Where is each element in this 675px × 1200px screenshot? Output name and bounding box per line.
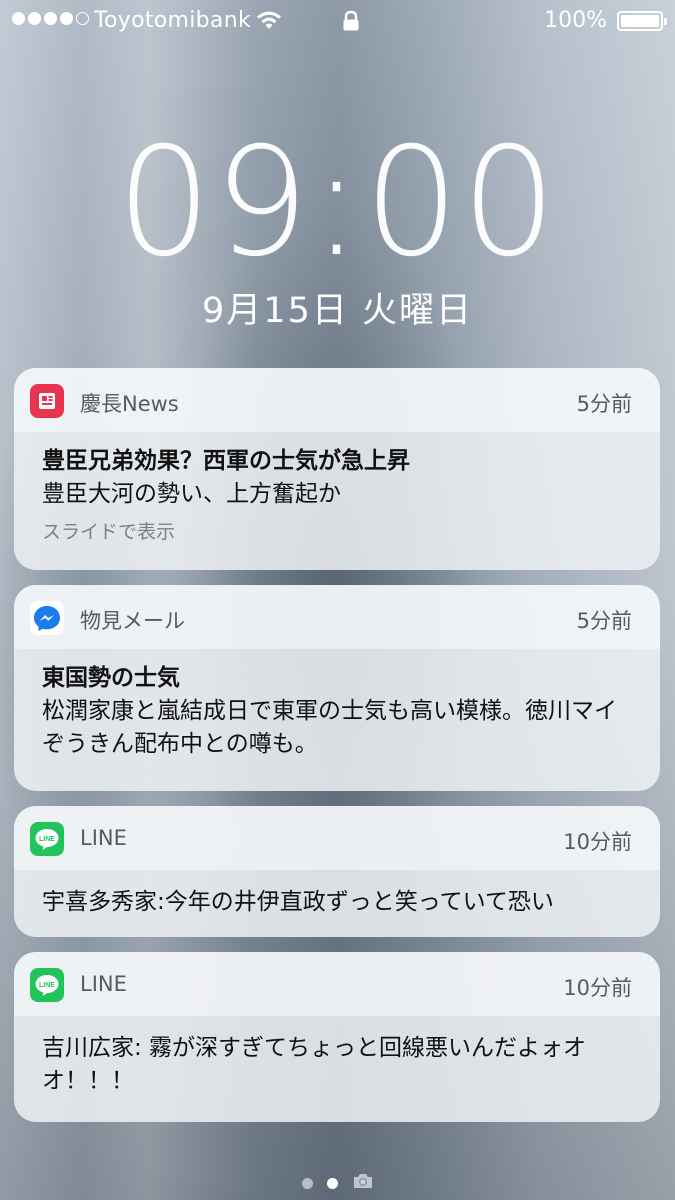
lock-icon xyxy=(342,10,360,38)
camera-icon[interactable] xyxy=(352,1172,374,1194)
app-name: LINE xyxy=(80,826,127,850)
notification-body: 吉川広家: 霧が深すぎてちょっと回線悪いんだよォオオ！！！ xyxy=(42,1035,587,1094)
notification-header: 慶長News 5分前 xyxy=(14,368,660,432)
slide-to-view-hint: スライドで表示 xyxy=(42,521,176,543)
battery-percentage: 100% xyxy=(544,8,607,33)
page-indicator xyxy=(0,1172,675,1194)
notification-body: 豊臣大河の勢い、上方奮起か xyxy=(42,481,341,507)
notification-time: 10分前 xyxy=(563,976,632,1000)
notification-line-2[interactable]: LINE LINE 10分前 吉川広家: 霧が深すぎてちょっと回線悪いんだよォオ… xyxy=(14,952,660,1122)
notification-line-1[interactable]: LINE LINE 10分前 宇喜多秀家:今年の井伊直政ずっと笑っていて恐い xyxy=(14,806,660,937)
notification-header: LINE LINE 10分前 xyxy=(14,952,660,1016)
battery-icon xyxy=(617,11,667,31)
signal-strength-icon xyxy=(12,12,89,25)
notification-keicho-news[interactable]: 慶長News 5分前 豊臣兄弟効果？西軍の士気が急上昇 豊臣大河の勢い、上方奮起… xyxy=(14,368,660,570)
messenger-icon xyxy=(30,601,64,635)
lock-screen-time: 09:00 xyxy=(116,116,559,290)
page-dot-current[interactable] xyxy=(326,1177,338,1189)
line-icon: LINE xyxy=(30,822,64,856)
notification-body: 宇喜多秀家:今年の井伊直政ずっと笑っていて恐い xyxy=(42,889,554,915)
svg-text:LINE: LINE xyxy=(39,982,55,989)
status-bar: Toyotomibank 100% xyxy=(0,0,675,44)
notification-header: 物見メール 5分前 xyxy=(14,585,660,649)
wifi-icon xyxy=(256,9,282,37)
carrier-name: Toyotomibank xyxy=(94,8,251,33)
notification-time: 5分前 xyxy=(576,392,632,416)
notification-time: 5分前 xyxy=(576,609,632,633)
notification-time: 10分前 xyxy=(563,830,632,854)
notification-title: 東国勢の士気 xyxy=(42,665,180,691)
page-dot[interactable] xyxy=(301,1177,313,1189)
svg-text:LINE: LINE xyxy=(39,836,55,843)
notification-monomi-mail[interactable]: 物見メール 5分前 東国勢の士気 松潤家康と嵐結成日で東軍の士気も高い模様。徳川… xyxy=(14,585,660,791)
app-name: 慶長News xyxy=(80,392,179,416)
news-icon xyxy=(30,384,64,418)
notification-body: 松潤家康と嵐結成日で東軍の士気も高い模様。徳川マイぞうきん配布中との噂も。 xyxy=(42,698,617,757)
notification-header: LINE LINE 10分前 xyxy=(14,806,660,870)
notification-title: 豊臣兄弟効果？西軍の士気が急上昇 xyxy=(42,448,410,474)
app-name: 物見メール xyxy=(80,609,185,633)
lock-screen-date: 9月15日 火曜日 xyxy=(202,291,473,331)
app-name: LINE xyxy=(80,972,127,996)
line-icon: LINE xyxy=(30,968,64,1002)
